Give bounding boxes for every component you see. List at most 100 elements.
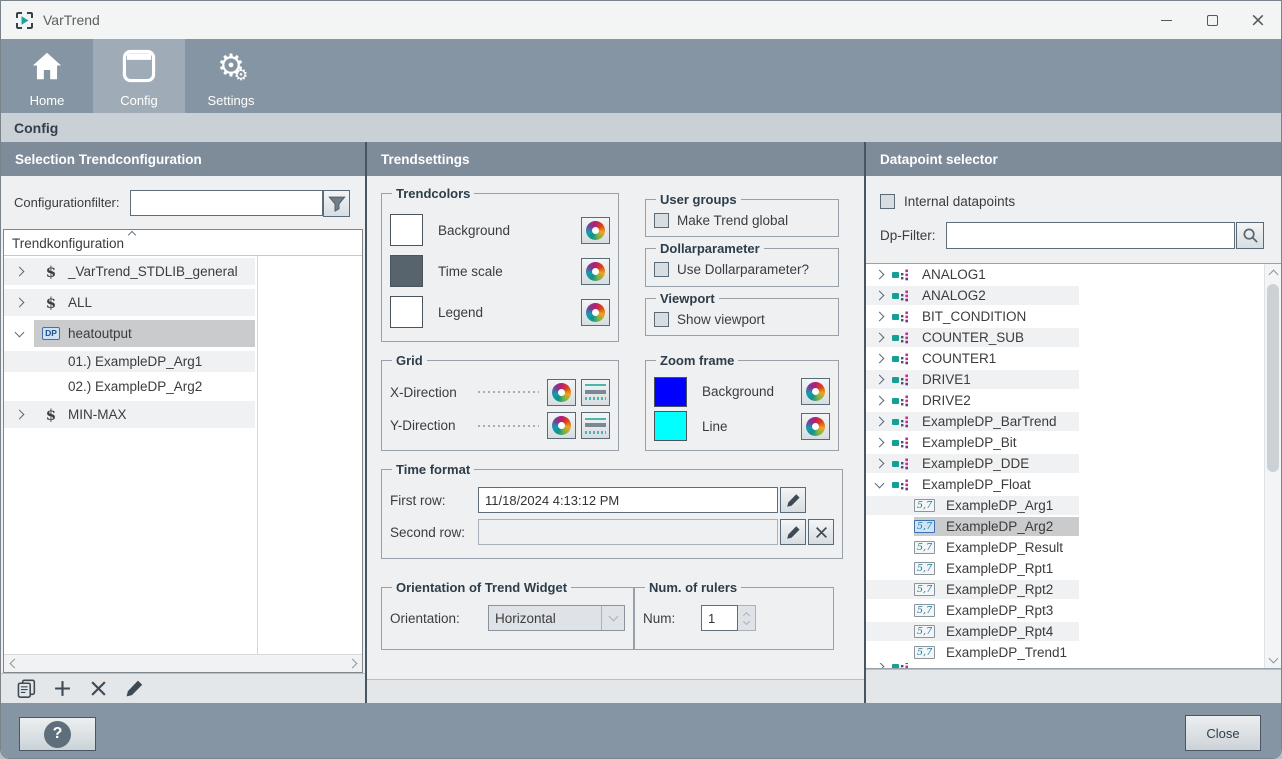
expand-icon[interactable] bbox=[866, 460, 892, 467]
expand-icon[interactable] bbox=[866, 397, 892, 404]
expand-icon[interactable] bbox=[4, 299, 34, 306]
datapoint-item[interactable]: 5,7 DRIVE1 bbox=[866, 369, 1282, 390]
ribbon-item-home[interactable]: Home bbox=[1, 39, 93, 113]
make-trend-global-checkbox[interactable] bbox=[654, 213, 669, 228]
expand-icon[interactable] bbox=[866, 439, 892, 446]
datapoint-item[interactable]: 5,7 ExampleDP_Bit bbox=[866, 432, 1282, 453]
configurationfilter-input[interactable] bbox=[130, 190, 323, 216]
edit-button[interactable] bbox=[123, 678, 145, 700]
scroll-left-button[interactable] bbox=[4, 655, 21, 672]
datapoint-item[interactable]: 5,7 DRIVE2 bbox=[866, 390, 1282, 411]
funnel-icon bbox=[328, 195, 346, 213]
datapoint-item[interactable]: 5,7 COUNTER1 bbox=[866, 348, 1282, 369]
expand-icon[interactable] bbox=[4, 268, 34, 275]
datapoint-item[interactable]: 5,7 ANALOG2 bbox=[866, 285, 1282, 306]
minimize-button[interactable] bbox=[1143, 1, 1189, 39]
scrollbar-thumb[interactable] bbox=[1267, 284, 1279, 472]
vertical-scrollbar[interactable] bbox=[1264, 264, 1281, 668]
tree-item[interactable]: $ DP 02.) ExampleDP_Arg2 bbox=[4, 374, 362, 399]
datapoint-item[interactable]: 5,7 BIT_CONDITION bbox=[866, 306, 1282, 327]
expand-icon[interactable] bbox=[866, 292, 892, 299]
x-grid-color-button[interactable] bbox=[547, 379, 576, 406]
zoomframe-line-color-button[interactable] bbox=[801, 413, 830, 440]
expand-icon[interactable] bbox=[866, 334, 892, 341]
background-color-picker-button[interactable] bbox=[581, 217, 610, 244]
datapoint-type-icon: 5,7 bbox=[914, 499, 944, 512]
scroll-right-button[interactable] bbox=[345, 655, 362, 672]
datapoint-item[interactable]: 5,7 ExampleDP_Arg1 bbox=[866, 495, 1282, 516]
horizontal-scrollbar[interactable] bbox=[4, 654, 362, 672]
expand-icon[interactable] bbox=[866, 271, 892, 278]
y-grid-linestyle-button[interactable] bbox=[581, 412, 610, 439]
background-color-swatch[interactable] bbox=[390, 214, 423, 246]
first-row-format-input[interactable] bbox=[478, 487, 778, 513]
datapoint-item[interactable]: 5,7 ExampleDP_Result bbox=[866, 537, 1282, 558]
tree-item[interactable]: $ DP heatoutput bbox=[4, 318, 362, 349]
item-label: _VarTrend_STDLIB_general bbox=[68, 264, 238, 279]
expand-icon[interactable] bbox=[866, 313, 892, 320]
datapoint-item[interactable]: 5,7 ExampleDP_Rpt3 bbox=[866, 600, 1282, 621]
datapoint-item[interactable]: 5,7 ExampleDP_DDE bbox=[866, 453, 1282, 474]
legend-color-swatch[interactable] bbox=[390, 296, 423, 328]
ribbon-item-config[interactable]: Config bbox=[93, 39, 185, 113]
datapoint-item[interactable]: 5,7 ExampleDP_Arg2 bbox=[866, 516, 1282, 537]
footer-bar: ? Close bbox=[1, 703, 1281, 759]
datapoint-item[interactable]: 5,7 ExampleDP_Rpt4 bbox=[866, 621, 1282, 642]
dp-search-button[interactable] bbox=[1236, 222, 1264, 249]
scroll-down-button[interactable] bbox=[1265, 651, 1281, 668]
maximize-icon bbox=[1207, 15, 1218, 26]
item-type-icon: $ DP bbox=[34, 263, 68, 281]
first-row-label: First row: bbox=[390, 493, 478, 508]
internal-datapoints-checkbox[interactable] bbox=[880, 194, 895, 209]
datapoint-item[interactable]: 5,7 ExampleDP_BarTrend bbox=[866, 411, 1282, 432]
datapoint-label: BIT_CONDITION bbox=[922, 309, 1026, 324]
datapoint-item[interactable]: 5,7 ExampleDP_Rpt1 bbox=[866, 558, 1282, 579]
copy-button[interactable] bbox=[15, 678, 37, 700]
show-viewport-checkbox[interactable] bbox=[654, 312, 669, 327]
filter-button[interactable] bbox=[323, 190, 350, 217]
datapoint-item[interactable]: 5,7 ExampleDP_Float bbox=[866, 474, 1282, 495]
x-grid-linestyle-button[interactable] bbox=[581, 379, 610, 406]
tree-item[interactable]: $ DP _VarTrend_STDLIB_general bbox=[4, 256, 362, 287]
tree-item[interactable]: $ DP 01.) ExampleDP_Arg1 bbox=[4, 349, 362, 374]
zoomframe-line-swatch[interactable] bbox=[654, 411, 687, 441]
tree-item[interactable]: $ DP MIN-MAX bbox=[4, 399, 362, 430]
expand-icon[interactable] bbox=[4, 411, 34, 418]
datapoint-item[interactable]: 5,7 ANALOG1 bbox=[866, 264, 1282, 285]
tree-item[interactable]: $ DP ALL bbox=[4, 287, 362, 318]
datapoint-item[interactable]: 5,7 ExampleDP_Rpt2 bbox=[866, 579, 1282, 600]
timescale-color-picker-button[interactable] bbox=[581, 258, 610, 285]
close-window-button[interactable]: × bbox=[1235, 1, 1281, 39]
scroll-up-button[interactable] bbox=[1265, 264, 1281, 281]
dp-filter-input[interactable] bbox=[946, 222, 1235, 249]
expand-icon[interactable] bbox=[866, 482, 892, 487]
expand-icon[interactable] bbox=[4, 331, 34, 336]
chevron-down-icon bbox=[601, 606, 624, 630]
delete-button[interactable] bbox=[87, 678, 109, 700]
use-dollarparameter-checkbox[interactable] bbox=[654, 262, 669, 277]
first-row-edit-button[interactable] bbox=[780, 487, 806, 513]
rulers-group: Num. of rulers Num: bbox=[634, 580, 834, 650]
legend-color-picker-button[interactable] bbox=[581, 299, 610, 326]
datapoint-item[interactable]: 5,7 ExampleDP_Trend1 bbox=[866, 642, 1282, 663]
expand-icon[interactable] bbox=[866, 355, 892, 362]
y-grid-color-button[interactable] bbox=[547, 412, 576, 439]
orientation-dropdown[interactable]: Horizontal bbox=[488, 605, 625, 631]
close-button[interactable]: Close bbox=[1185, 715, 1261, 751]
ribbon-item-settings[interactable]: ⚙⚙ Settings bbox=[185, 39, 277, 113]
maximize-button[interactable] bbox=[1189, 1, 1235, 39]
second-row-format-input[interactable] bbox=[478, 519, 778, 545]
timescale-color-swatch[interactable] bbox=[390, 255, 423, 287]
zoomframe-background-color-button[interactable] bbox=[801, 378, 830, 405]
help-button[interactable]: ? bbox=[19, 717, 96, 751]
zoomframe-background-swatch[interactable] bbox=[654, 377, 687, 407]
second-row-edit-button[interactable] bbox=[780, 519, 806, 545]
expand-icon[interactable] bbox=[866, 376, 892, 383]
num-rulers-spinner[interactable] bbox=[738, 605, 756, 631]
datapoint-item[interactable]: 5,7 COUNTER_SUB bbox=[866, 327, 1282, 348]
num-rulers-input[interactable] bbox=[701, 605, 738, 631]
add-button[interactable] bbox=[51, 678, 73, 700]
second-row-clear-button[interactable] bbox=[808, 519, 834, 545]
expand-icon[interactable] bbox=[866, 418, 892, 425]
tree-column-header[interactable]: Trendkonfiguration bbox=[4, 230, 362, 256]
